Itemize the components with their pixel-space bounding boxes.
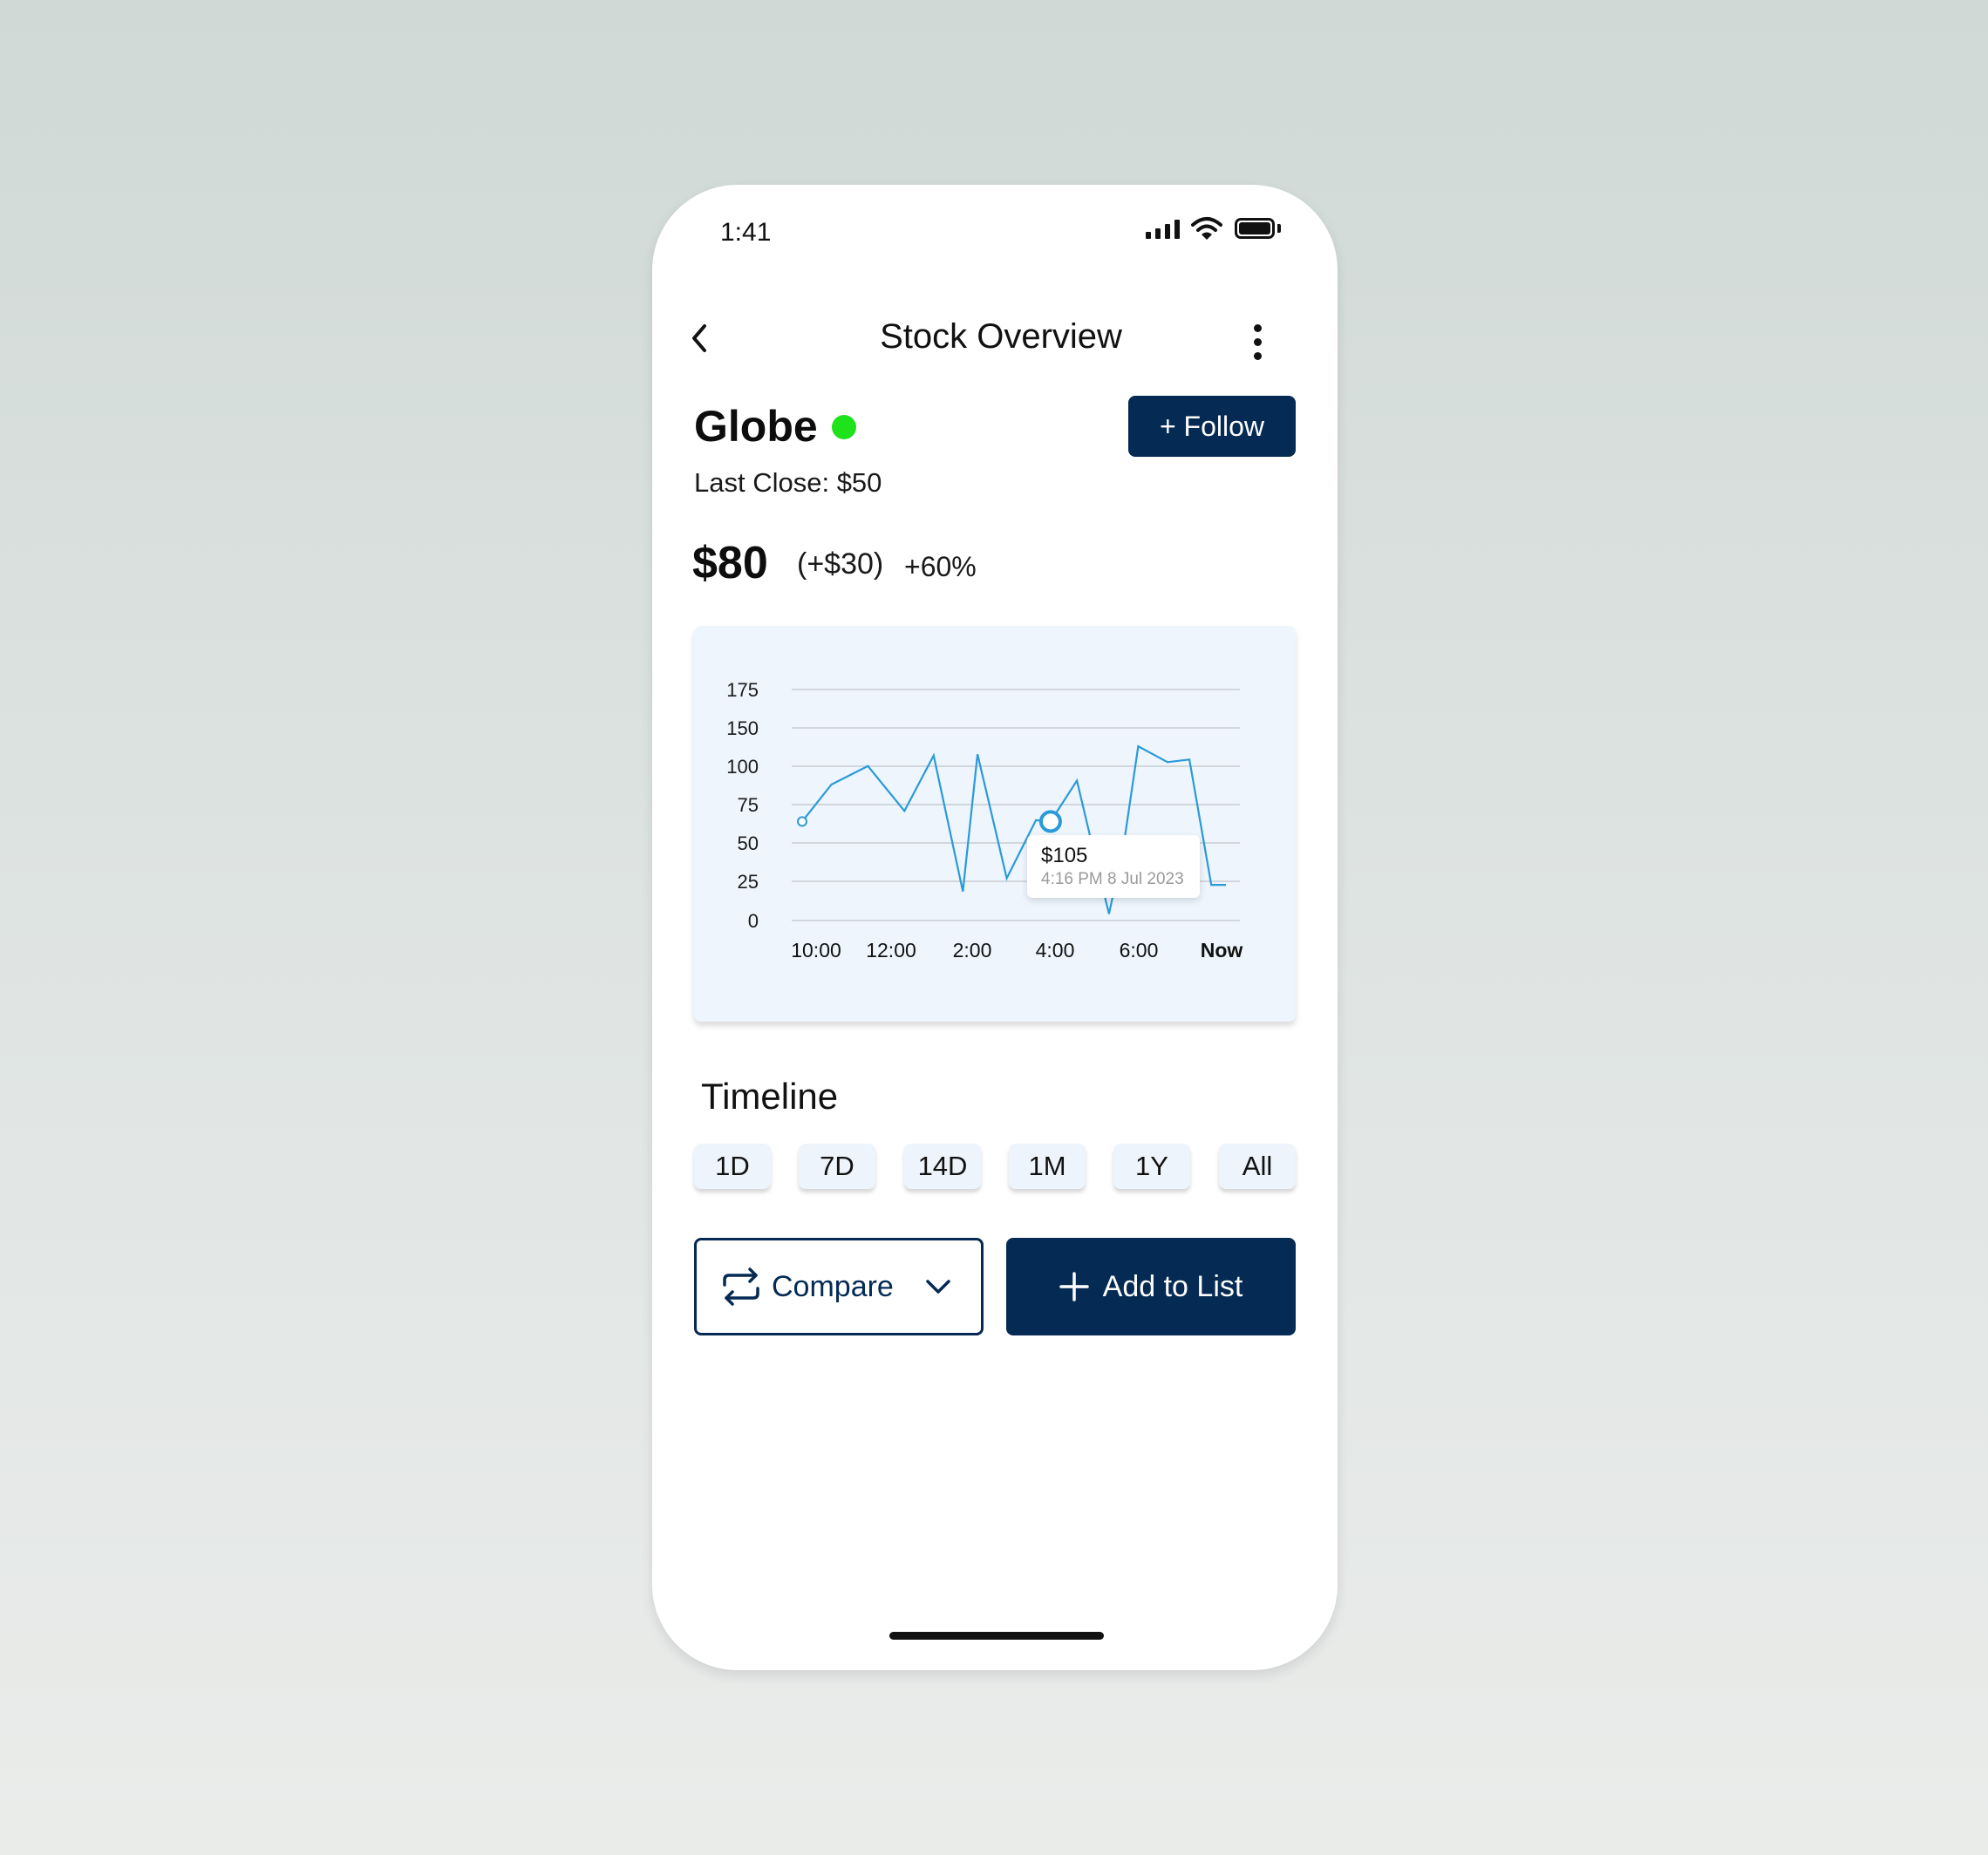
add-to-list-label: Add to List xyxy=(1102,1269,1243,1303)
follow-button[interactable]: + Follow xyxy=(1128,396,1296,457)
tooltip-time: 4:16 PM xyxy=(1041,870,1103,888)
chart-tooltip: $105 4:16 PM 8 Jul 2023 xyxy=(1027,835,1200,898)
y-tick-label: 175 xyxy=(726,679,759,701)
follow-label: + Follow xyxy=(1159,410,1265,442)
battery-tip xyxy=(1277,224,1281,233)
last-close: Last Close: $50 xyxy=(694,467,882,498)
y-tick-label: 75 xyxy=(738,794,759,816)
series-start-point xyxy=(797,816,807,827)
compare-dropdown[interactable]: Compare xyxy=(694,1238,984,1335)
y-tick-label: 150 xyxy=(726,717,759,739)
tooltip-price: $105 xyxy=(1041,844,1088,867)
x-tick-label: 4:00 xyxy=(1036,939,1075,961)
phone-screen: 1:41 Stock Overview Globe + Follow Last … xyxy=(652,185,1338,1670)
y-tick-label: 50 xyxy=(738,832,759,854)
price-change-percent: +60% xyxy=(904,551,977,582)
battery-icon xyxy=(1235,218,1275,239)
y-tick-label: 100 xyxy=(726,756,759,778)
x-tick-label: 2:00 xyxy=(953,939,992,961)
compare-label: Compare xyxy=(772,1269,894,1303)
y-tick-label: 0 xyxy=(748,910,759,932)
live-status-dot xyxy=(832,415,856,439)
price-change-absolute: (+$30) xyxy=(797,547,884,581)
y-tick-label: 25 xyxy=(738,871,759,893)
timeline-1d-button[interactable]: 1D xyxy=(694,1144,771,1189)
timeline-1m-button[interactable]: 1M xyxy=(1009,1144,1086,1189)
highlight-point xyxy=(1038,810,1062,833)
add-to-list-button[interactable]: Add to List xyxy=(1006,1238,1296,1335)
x-tick-label: 12:00 xyxy=(866,939,916,961)
stock-name: Globe xyxy=(694,402,818,451)
timeline-all-button[interactable]: All xyxy=(1219,1144,1296,1189)
x-tick-label: 10:00 xyxy=(791,939,841,961)
price-chart[interactable]: 175 150 100 75 50 25 0 10:00 12:00 2:00 4:00 6:00 No… xyxy=(694,626,1296,1022)
plus-icon xyxy=(1059,1272,1089,1301)
current-price: $80 xyxy=(692,538,768,588)
chevron-down-icon xyxy=(926,1280,950,1294)
x-tick-label: 6:00 xyxy=(1120,939,1159,961)
tooltip-date: 8 Jul 2023 xyxy=(1107,870,1184,888)
x-tick-label: Now xyxy=(1201,939,1243,961)
status-time: 1:41 xyxy=(720,218,772,247)
compare-arrows-icon xyxy=(723,1267,759,1306)
more-vertical-icon[interactable] xyxy=(1249,323,1267,362)
timeline-7d-button[interactable]: 7D xyxy=(799,1144,875,1189)
timeline-1y-button[interactable]: 1Y xyxy=(1113,1144,1190,1189)
timeline-14d-button[interactable]: 14D xyxy=(904,1144,981,1189)
home-indicator xyxy=(889,1632,1104,1640)
page-title: Stock Overview xyxy=(880,317,1122,356)
timeline-title: Timeline xyxy=(701,1076,839,1117)
signal-icon xyxy=(1146,218,1180,239)
wifi-icon xyxy=(1191,217,1222,240)
price-chart-card: 175 150 100 75 50 25 0 10:00 12:00 2:00 4:00 6:00 No… xyxy=(694,626,1296,1022)
